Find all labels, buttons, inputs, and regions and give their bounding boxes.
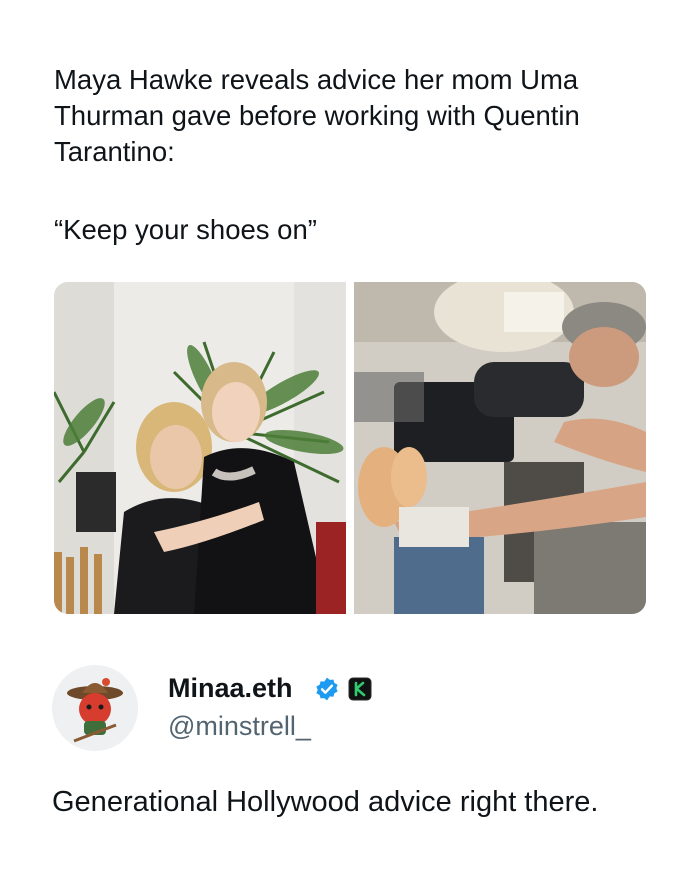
display-name[interactable]: Minaa.eth [168, 673, 293, 704]
photo-left-illustration [54, 282, 346, 614]
verified-icon [314, 676, 340, 702]
reply-author-row[interactable]: Minaa.eth @minstrell_ [52, 665, 652, 755]
avatar-illustration [52, 665, 138, 751]
post-headline: Maya Hawke reveals advice her mom Uma Th… [54, 62, 654, 170]
photo-right-illustration [354, 282, 646, 614]
two-women-hugging-photo[interactable] [54, 282, 346, 614]
user-handle[interactable]: @minstrell_ [168, 711, 311, 742]
post-quote: “Keep your shoes on” [54, 214, 317, 245]
headline-text: Maya Hawke reveals advice her mom Uma Th… [54, 64, 580, 167]
avatar[interactable] [52, 665, 138, 751]
director-behind-camera-photo[interactable] [354, 282, 646, 614]
affiliate-badge-icon [348, 677, 372, 701]
media-grid[interactable] [54, 282, 646, 614]
reply-text: Generational Hollywood advice right ther… [52, 786, 599, 818]
